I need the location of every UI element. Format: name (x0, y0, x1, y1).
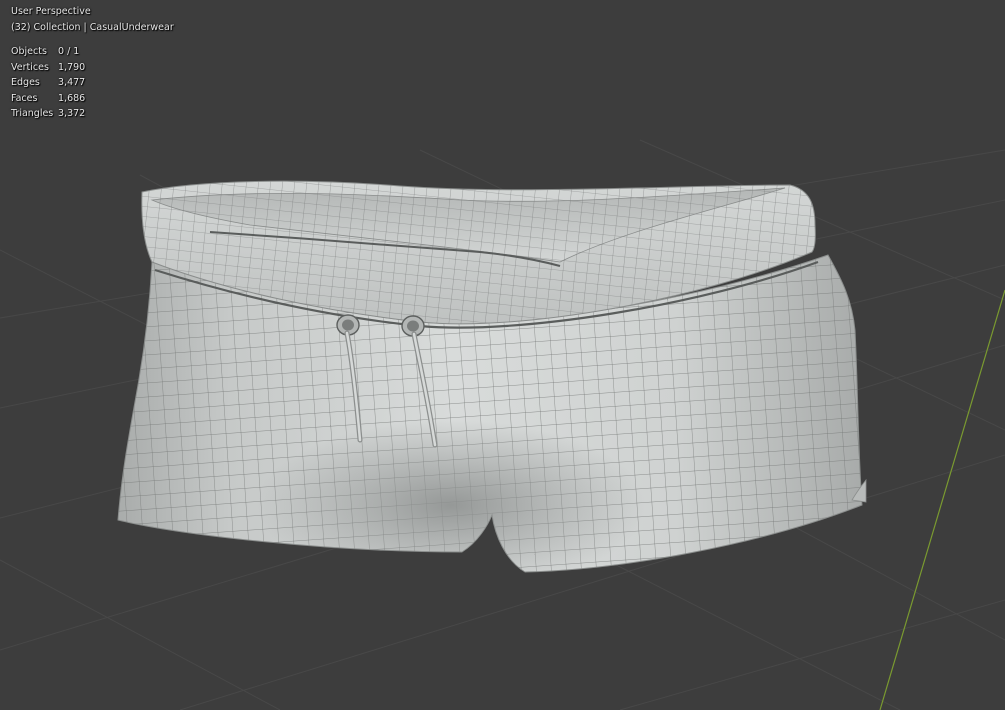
3d-viewport[interactable]: User Perspective (32) Collection | Casua… (0, 0, 1005, 710)
casual-underwear-mesh[interactable] (100, 170, 880, 580)
viewport-scene[interactable] (0, 0, 1005, 710)
y-axis-line (879, 289, 1005, 710)
